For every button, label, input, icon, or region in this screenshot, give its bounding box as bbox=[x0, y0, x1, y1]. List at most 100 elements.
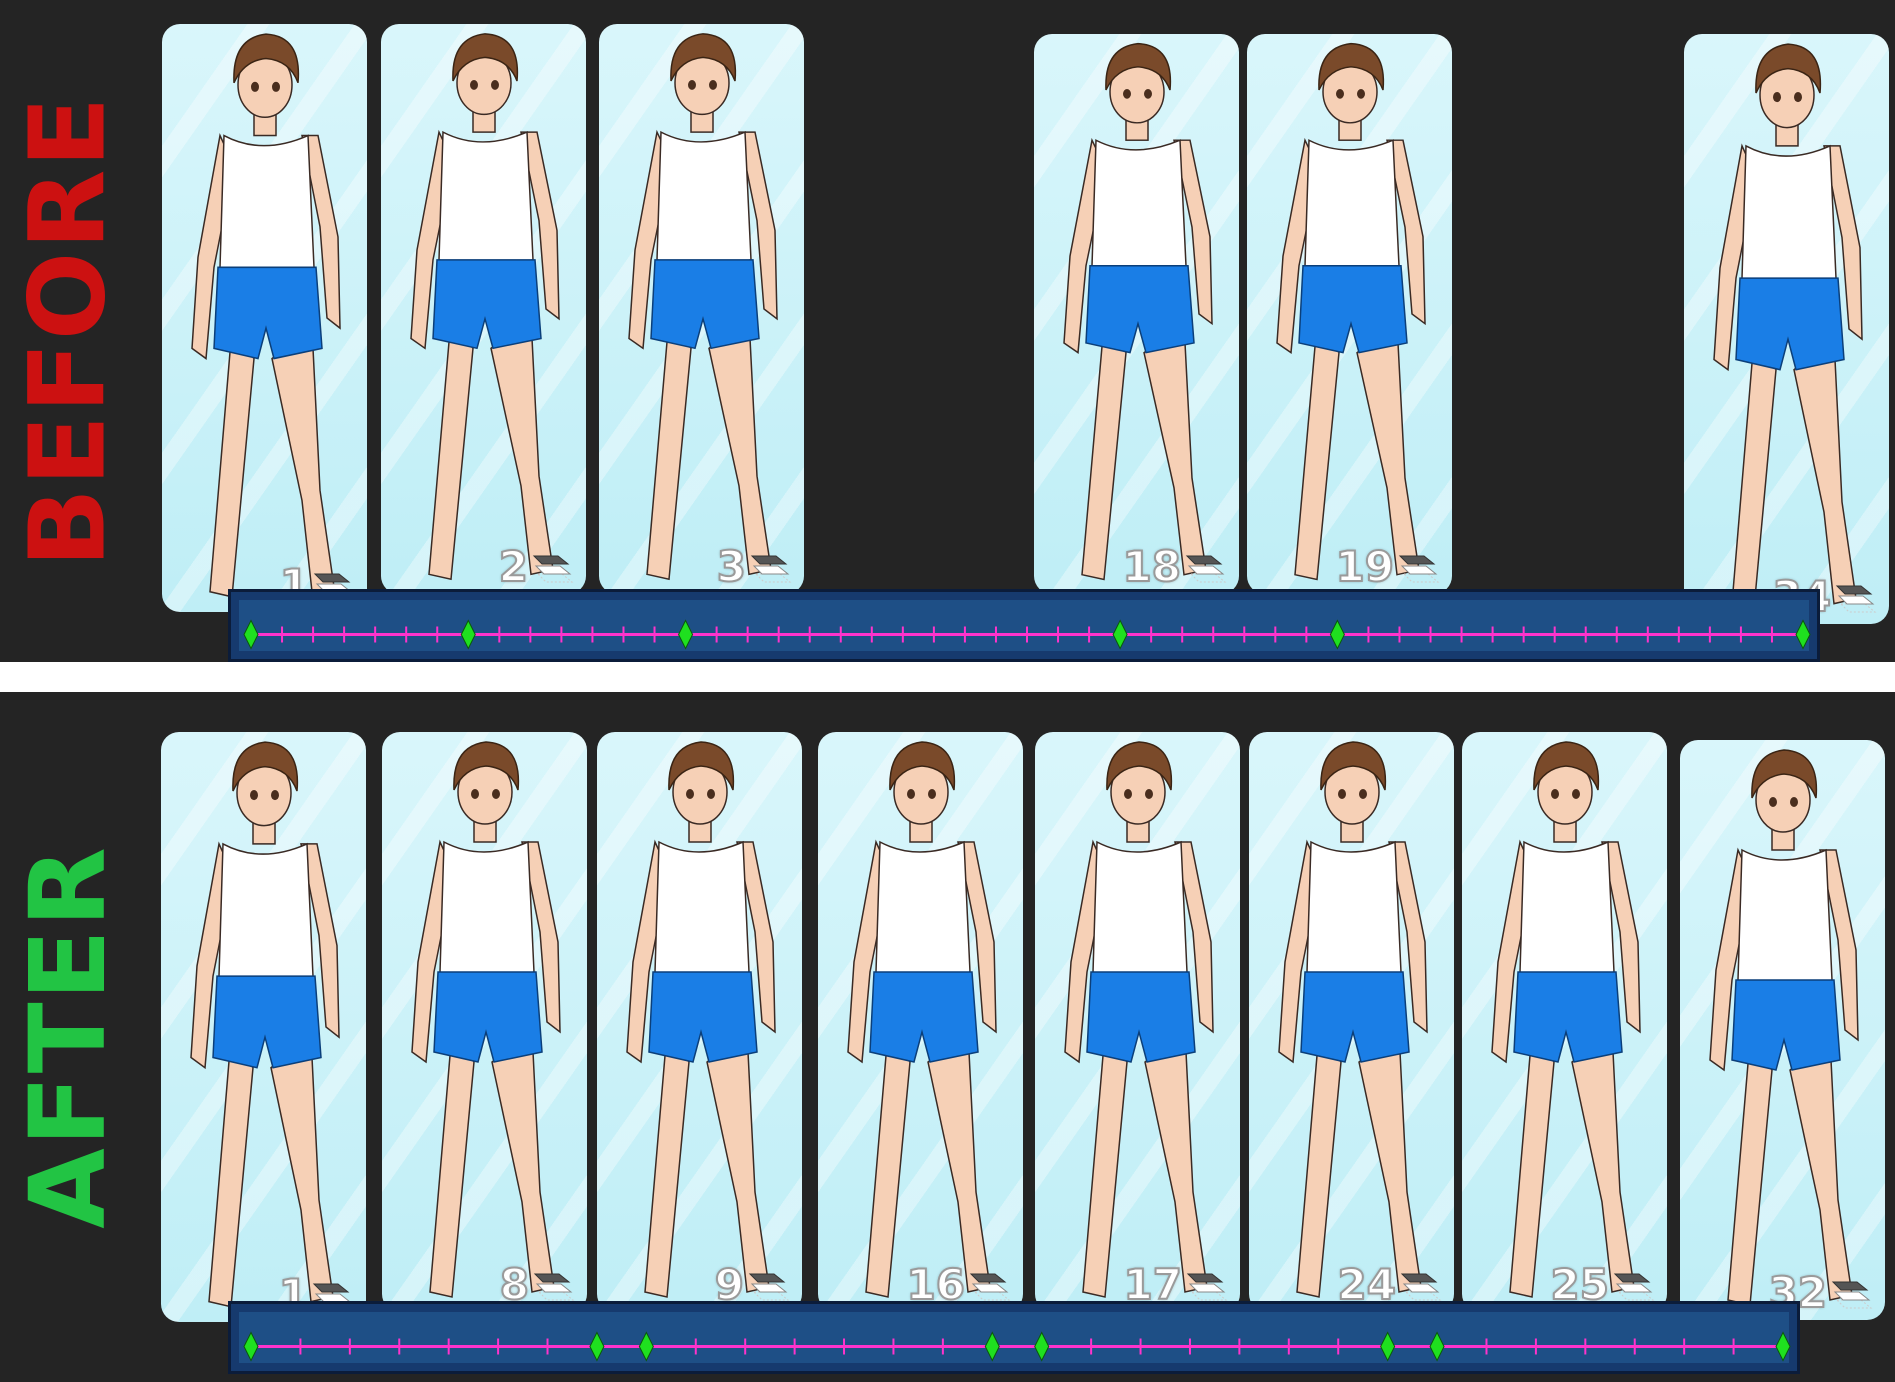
left-eye bbox=[907, 789, 915, 799]
after-label: AFTER bbox=[0, 692, 135, 1382]
layers-icon bbox=[1613, 1270, 1655, 1302]
right-eye bbox=[271, 789, 279, 801]
frame-thumbnail[interactable]: 18 bbox=[1034, 34, 1239, 594]
layer-shadow bbox=[973, 1291, 1011, 1301]
right-eye bbox=[928, 789, 936, 799]
layer-middle bbox=[1187, 565, 1225, 575]
before-label: BEFORE bbox=[0, 0, 135, 662]
layer-middle bbox=[535, 1283, 573, 1293]
layers-icon bbox=[750, 552, 792, 584]
layer-middle bbox=[750, 1283, 788, 1293]
timeline-track[interactable] bbox=[231, 1304, 1803, 1377]
character-body bbox=[628, 33, 778, 581]
right-eye bbox=[1790, 797, 1798, 807]
tank-top bbox=[1306, 840, 1402, 978]
after-panel: AFTER 1 8 9 16 17 24 25 32 bbox=[0, 692, 1895, 1382]
frame-number: 16 bbox=[906, 1260, 966, 1309]
layer-shadow bbox=[1402, 573, 1440, 583]
right-eye bbox=[1359, 789, 1367, 799]
left-eye bbox=[1338, 789, 1346, 799]
layers-icon bbox=[748, 1270, 790, 1302]
frame-thumbnail[interactable]: 2 bbox=[381, 24, 586, 594]
layers-icon bbox=[1400, 1270, 1442, 1302]
layer-middle bbox=[971, 1283, 1009, 1293]
character-body bbox=[1491, 741, 1641, 1298]
layer-top bbox=[312, 1283, 350, 1293]
character-figure bbox=[190, 741, 340, 1308]
layer-shadow bbox=[1404, 1291, 1442, 1301]
tank-top bbox=[1304, 139, 1400, 272]
character-body bbox=[1276, 42, 1426, 581]
layers-icon bbox=[533, 1270, 575, 1302]
character-body bbox=[1064, 741, 1214, 1298]
left-eye bbox=[471, 789, 479, 799]
layer-middle bbox=[1188, 1283, 1226, 1293]
left-eye bbox=[1124, 789, 1132, 799]
frame-number: 9 bbox=[714, 1260, 745, 1309]
frame-thumbnail[interactable]: 25 bbox=[1462, 732, 1667, 1312]
frame-thumbnail[interactable]: 17 bbox=[1035, 732, 1240, 1312]
left-eye bbox=[470, 80, 478, 90]
character-body bbox=[1278, 741, 1428, 1298]
character-figure bbox=[1491, 741, 1641, 1298]
timeline-bar[interactable] bbox=[228, 589, 1820, 662]
shorts bbox=[1086, 971, 1196, 1063]
character-body bbox=[191, 33, 341, 598]
left-eye bbox=[1773, 91, 1781, 103]
character-figure bbox=[410, 33, 560, 581]
timeline-bar[interactable] bbox=[228, 1301, 1800, 1374]
right-eye bbox=[1572, 789, 1580, 799]
shorts bbox=[648, 971, 758, 1063]
character-figure bbox=[626, 741, 776, 1298]
layer-top bbox=[533, 1273, 571, 1283]
frame-thumbnail[interactable]: 9 bbox=[597, 732, 802, 1312]
timeline-track[interactable] bbox=[231, 592, 1823, 662]
left-eye bbox=[250, 789, 258, 801]
frame-number: 19 bbox=[1335, 542, 1395, 591]
layer-shadow bbox=[1617, 1291, 1655, 1301]
frame-number: 18 bbox=[1122, 542, 1182, 591]
layer-top bbox=[969, 1273, 1007, 1283]
tank-top bbox=[219, 134, 315, 274]
layer-middle bbox=[1615, 1283, 1653, 1293]
frame-thumbnail[interactable]: 1 bbox=[162, 24, 367, 612]
layer-middle bbox=[1833, 1291, 1871, 1301]
character-body bbox=[847, 741, 997, 1298]
shorts bbox=[212, 975, 322, 1069]
frame-thumbnail[interactable]: 1 bbox=[161, 732, 366, 1322]
layer-shadow bbox=[1190, 1291, 1228, 1301]
frame-number: 8 bbox=[499, 1260, 530, 1309]
frame-thumbnail[interactable]: 34 bbox=[1684, 34, 1889, 624]
after-label-text: AFTER bbox=[6, 845, 129, 1229]
character-figure bbox=[1064, 741, 1214, 1298]
layer-top bbox=[748, 1273, 786, 1283]
tank-top bbox=[439, 840, 535, 978]
layer-shadow bbox=[1839, 603, 1877, 613]
layer-shadow bbox=[536, 573, 574, 583]
character-body bbox=[1063, 42, 1213, 581]
layers-icon bbox=[1398, 552, 1440, 584]
left-eye bbox=[1551, 789, 1559, 799]
tank-top bbox=[1737, 848, 1833, 986]
layers-icon bbox=[532, 552, 574, 584]
frame-thumbnail[interactable]: 16 bbox=[818, 732, 1023, 1312]
right-eye bbox=[1145, 789, 1153, 799]
frame-thumbnail[interactable]: 32 bbox=[1680, 740, 1885, 1320]
left-eye bbox=[251, 81, 259, 92]
layer-shadow bbox=[537, 1291, 575, 1301]
shorts bbox=[1300, 971, 1410, 1063]
tank-top bbox=[438, 130, 534, 266]
frame-number: 25 bbox=[1550, 1260, 1610, 1309]
frame-thumbnail[interactable]: 19 bbox=[1247, 34, 1452, 594]
tank-top bbox=[1091, 139, 1187, 272]
frame-thumbnail[interactable]: 24 bbox=[1249, 732, 1454, 1312]
layer-middle bbox=[1400, 565, 1438, 575]
layer-middle bbox=[534, 565, 572, 575]
frame-thumbnail[interactable]: 8 bbox=[382, 732, 587, 1312]
layer-shadow bbox=[1835, 1299, 1873, 1309]
frame-thumbnail[interactable]: 3 bbox=[599, 24, 804, 594]
right-eye bbox=[1144, 89, 1152, 99]
right-eye bbox=[707, 789, 715, 799]
left-eye bbox=[1123, 89, 1131, 99]
character-figure bbox=[847, 741, 997, 1298]
